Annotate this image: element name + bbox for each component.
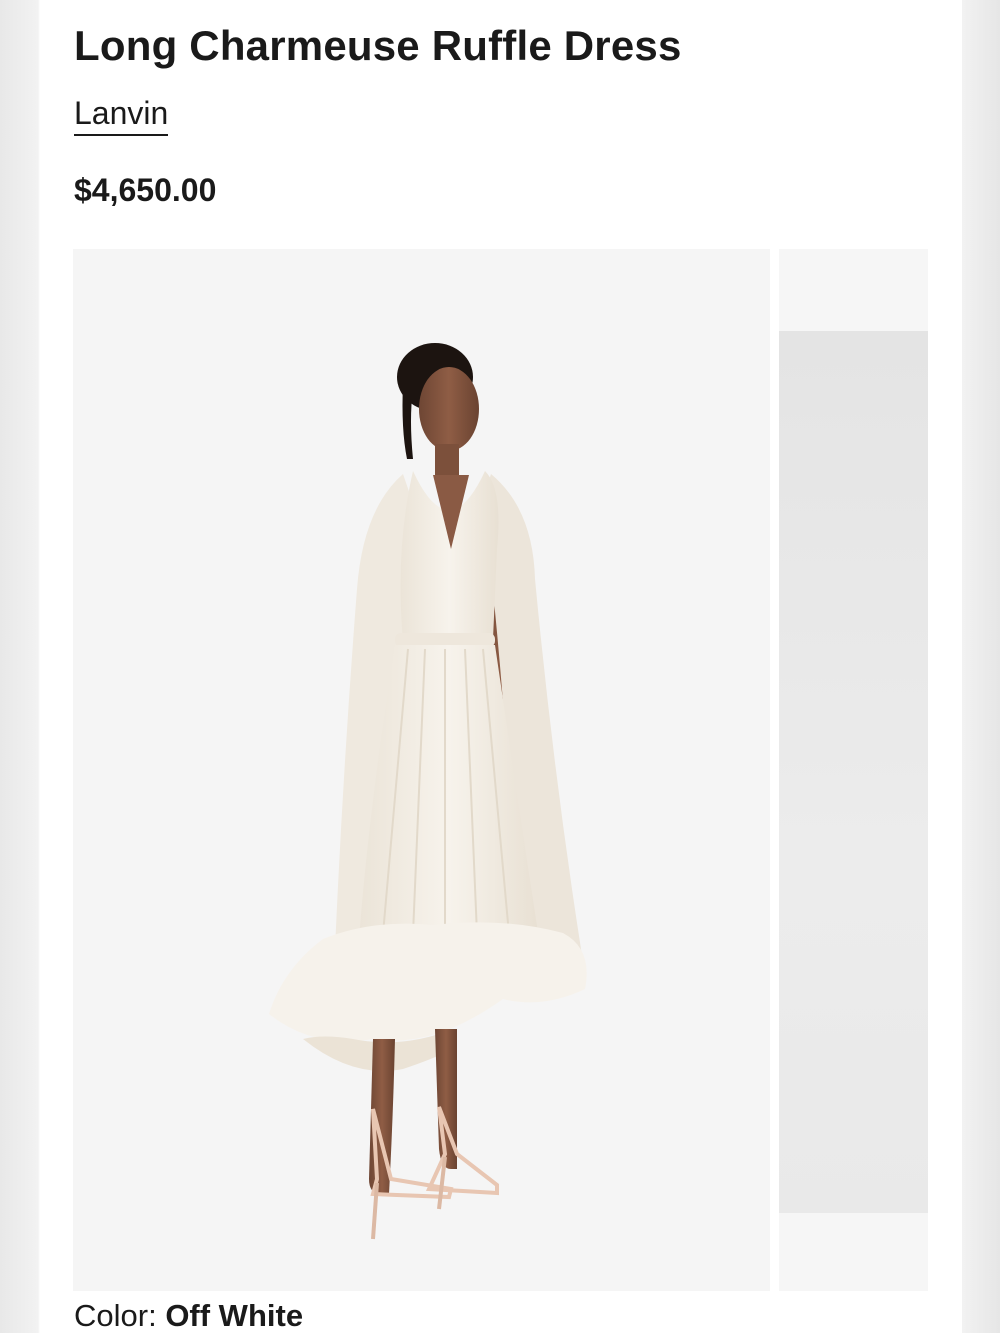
color-value: Off White [165, 1298, 304, 1333]
product-price: $4,650.00 [74, 172, 217, 208]
color-selection: Color: Off White [74, 1298, 303, 1333]
main-product-image[interactable] [73, 249, 770, 1291]
color-label: Color: [74, 1298, 166, 1333]
product-title: Long Charmeuse Ruffle Dress [74, 22, 682, 69]
product-detail: Long Charmeuse Ruffle Dress Lanvin $4,65… [40, 0, 962, 1333]
model-dress-illustration [269, 343, 587, 1240]
brand-link[interactable]: Lanvin [74, 94, 169, 136]
next-product-image-content [779, 331, 928, 1213]
page-frame: Long Charmeuse Ruffle Dress Lanvin $4,65… [0, 0, 1000, 1333]
next-product-image[interactable] [779, 249, 928, 1291]
product-image-gallery[interactable] [73, 249, 928, 1291]
